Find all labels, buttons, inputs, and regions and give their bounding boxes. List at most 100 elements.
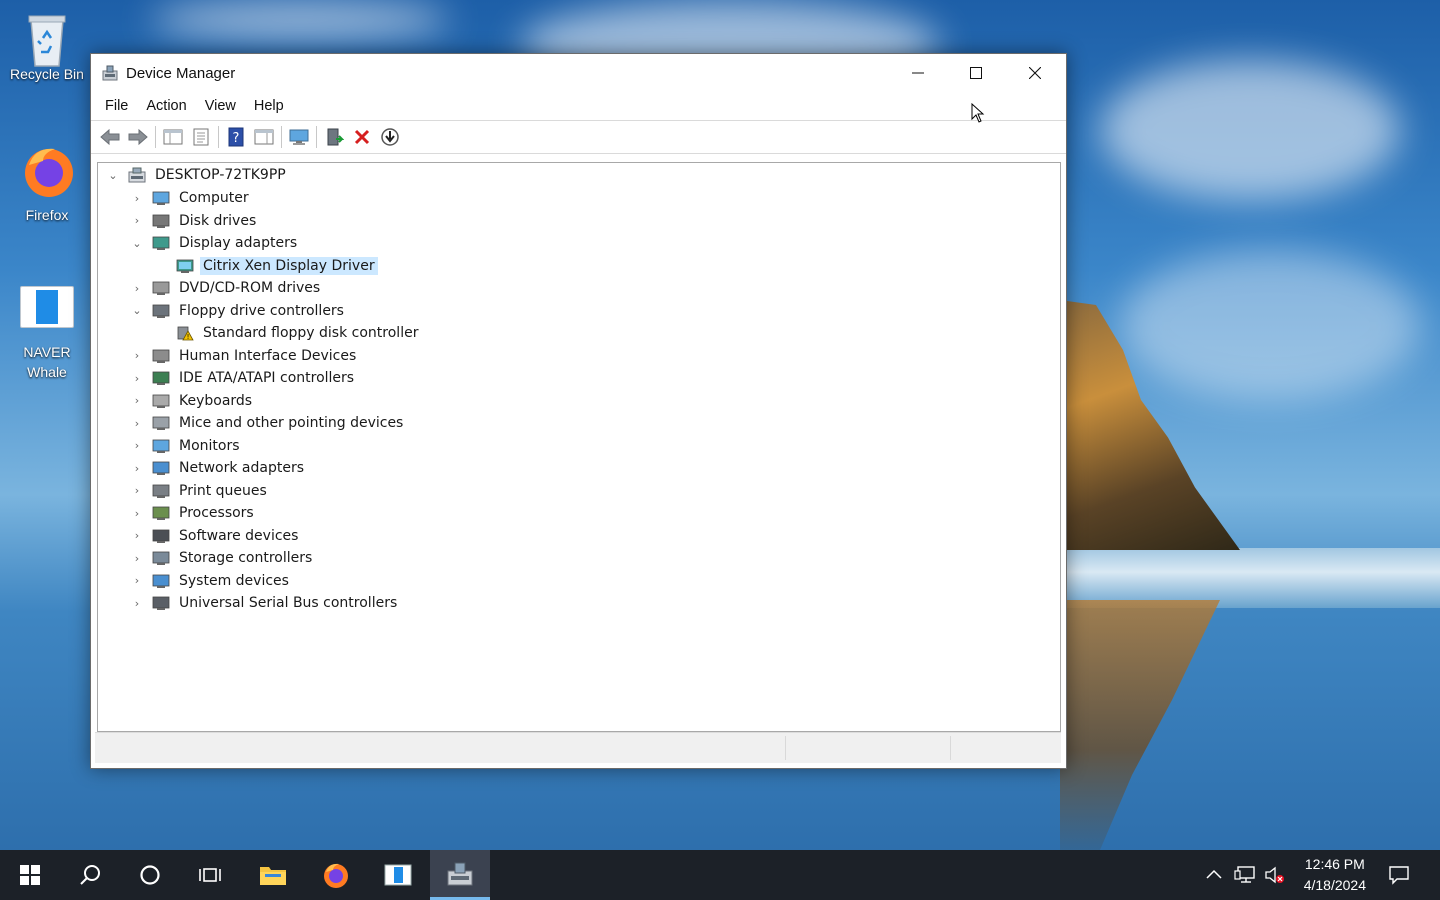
tree-item-print-queues[interactable]: › Print queues: [130, 480, 270, 502]
chevron-right-icon[interactable]: ›: [130, 484, 144, 497]
show-hide-console-tree-button[interactable]: [159, 124, 187, 150]
tree-item-floppy-drive-controllers[interactable]: ⌄ Floppy drive controllers: [130, 300, 347, 322]
processors-icon: [152, 505, 170, 521]
chevron-right-icon[interactable]: ›: [130, 529, 144, 542]
file-explorer-button[interactable]: [243, 850, 303, 900]
disk-drives-icon: [152, 213, 170, 229]
close-button[interactable]: [1006, 54, 1064, 92]
chevron-right-icon[interactable]: ›: [130, 372, 144, 385]
device-manager-taskbar-button[interactable]: [430, 850, 490, 900]
show-hidden-icons-button[interactable]: [1204, 865, 1224, 889]
cortana-button[interactable]: [120, 850, 180, 900]
warning-device-icon: !: [176, 325, 194, 341]
update-driver-button[interactable]: [320, 124, 348, 150]
action-pane-button[interactable]: [250, 124, 278, 150]
tree-item-universal-serial-bus-controllers[interactable]: › Universal Serial Bus controllers: [130, 592, 400, 614]
minimize-button[interactable]: [889, 54, 947, 92]
tree-item-label: Network adapters: [179, 460, 304, 476]
chevron-right-icon[interactable]: ›: [130, 192, 144, 205]
maximize-button[interactable]: [947, 54, 1005, 92]
volume-tray-button[interactable]: [1264, 865, 1286, 889]
window-title: Device Manager: [126, 64, 236, 82]
properties-button[interactable]: [187, 124, 215, 150]
chevron-right-icon[interactable]: ›: [130, 417, 144, 430]
menu-view[interactable]: View: [196, 98, 245, 114]
start-button[interactable]: [0, 850, 60, 900]
status-bar-divider: [785, 736, 786, 760]
floppy-drive-controllers-icon: [152, 303, 170, 319]
chevron-right-icon[interactable]: ›: [130, 574, 144, 587]
clock[interactable]: 12:46 PM 4/18/2024: [1304, 854, 1366, 896]
desktop-icon-naver-whale[interactable]: NAVER Whale: [4, 286, 90, 382]
chevron-right-icon[interactable]: ›: [130, 282, 144, 295]
help-button[interactable]: ?: [222, 124, 250, 150]
chevron-right-icon[interactable]: ›: [130, 439, 144, 452]
chevron-right-icon[interactable]: ›: [130, 349, 144, 362]
menu-action[interactable]: Action: [137, 98, 195, 114]
device-manager-icon: [102, 65, 118, 81]
chevron-right-icon[interactable]: ›: [130, 214, 144, 227]
tree-item-standard-floppy-disk-controller[interactable]: ! Standard floppy disk controller: [154, 322, 421, 344]
back-button[interactable]: [96, 124, 124, 150]
scan-hardware-button[interactable]: [285, 124, 313, 150]
tree-item-citrix-xen-display-driver[interactable]: Citrix Xen Display Driver: [154, 255, 378, 277]
tree-item-display-adapters[interactable]: ⌄ Display adapters: [130, 232, 300, 254]
tree-item-ide-ata-atapi-controllers[interactable]: › IDE ATA/ATAPI controllers: [130, 367, 357, 389]
human-interface-devices-icon: [152, 348, 170, 364]
task-view-button[interactable]: [180, 850, 240, 900]
menu-file[interactable]: File: [96, 98, 137, 114]
cortana-icon: [140, 865, 160, 885]
tree-item-storage-controllers[interactable]: › Storage controllers: [130, 547, 315, 569]
tree-item-mice-and-other-pointing-devices[interactable]: › Mice and other pointing devices: [130, 412, 406, 434]
chevron-right-icon[interactable]: ›: [130, 507, 144, 520]
status-bar-divider: [950, 736, 951, 760]
firefox-icon: [21, 143, 73, 197]
system-devices-icon: [152, 573, 170, 589]
network-tray-button[interactable]: [1234, 865, 1256, 889]
tree-item-label: Floppy drive controllers: [179, 302, 344, 319]
tree-item-processors[interactable]: › Processors: [130, 502, 257, 524]
status-bar: [95, 732, 1061, 763]
toolbar-separator: [281, 126, 282, 148]
title-bar[interactable]: Device Manager: [91, 54, 1066, 92]
desktop-icon-recycle-bin[interactable]: Recycle Bin: [4, 8, 90, 82]
desktop-icon-firefox[interactable]: Firefox: [4, 143, 90, 223]
search-button[interactable]: [60, 850, 120, 900]
chevron-right-icon[interactable]: ›: [130, 597, 144, 610]
tree-item-system-devices[interactable]: › System devices: [130, 570, 292, 592]
chevron-down-icon[interactable]: ⌄: [130, 237, 144, 250]
toolbar: ?: [91, 121, 1066, 154]
chevron-down-icon[interactable]: ⌄: [130, 304, 144, 317]
display-adapter-icon: [176, 258, 194, 274]
forward-icon: [128, 128, 148, 146]
dvd-cd-rom-drives-icon: [152, 280, 170, 296]
uninstall-device-button[interactable]: [348, 124, 376, 150]
chevron-right-icon[interactable]: ›: [130, 394, 144, 407]
tree-item-label: IDE ATA/ATAPI controllers: [179, 370, 355, 386]
chevron-down-icon[interactable]: ⌄: [106, 169, 120, 182]
action-center-button[interactable]: [1388, 865, 1410, 889]
tree-item-keyboards[interactable]: › Keyboards: [130, 390, 255, 412]
search-icon: [80, 865, 100, 885]
tree-item-human-interface-devices[interactable]: › Human Interface Devices: [130, 345, 359, 367]
taskbar: 12:46 PM 4/18/2024: [0, 850, 1440, 900]
naver-whale-taskbar-button[interactable]: [368, 850, 428, 900]
network-icon: [1234, 866, 1255, 883]
forward-button[interactable]: [124, 124, 152, 150]
chevron-right-icon[interactable]: ›: [130, 552, 144, 565]
menu-help[interactable]: Help: [245, 98, 293, 114]
tree-item-disk-drives[interactable]: › Disk drives: [130, 210, 259, 232]
task-view-icon: [199, 868, 221, 882]
firefox-taskbar-button[interactable]: [306, 850, 366, 900]
tree-item-software-devices[interactable]: › Software devices: [130, 525, 301, 547]
tree-item-computer[interactable]: › Computer: [130, 187, 252, 209]
file-explorer-icon: [260, 867, 286, 885]
tree-item-dvd-cd-rom-drives[interactable]: › DVD/CD-ROM drives: [130, 277, 323, 299]
tree-root[interactable]: ⌄ DESKTOP-72TK9PP: [106, 164, 289, 186]
tree-item-network-adapters[interactable]: › Network adapters: [130, 457, 307, 479]
maximize-icon: [970, 67, 982, 79]
disable-device-button[interactable]: [376, 124, 404, 150]
tree-item-monitors[interactable]: › Monitors: [130, 435, 243, 457]
chevron-right-icon[interactable]: ›: [130, 462, 144, 475]
clock-date: 4/18/2024: [1303, 877, 1366, 893]
